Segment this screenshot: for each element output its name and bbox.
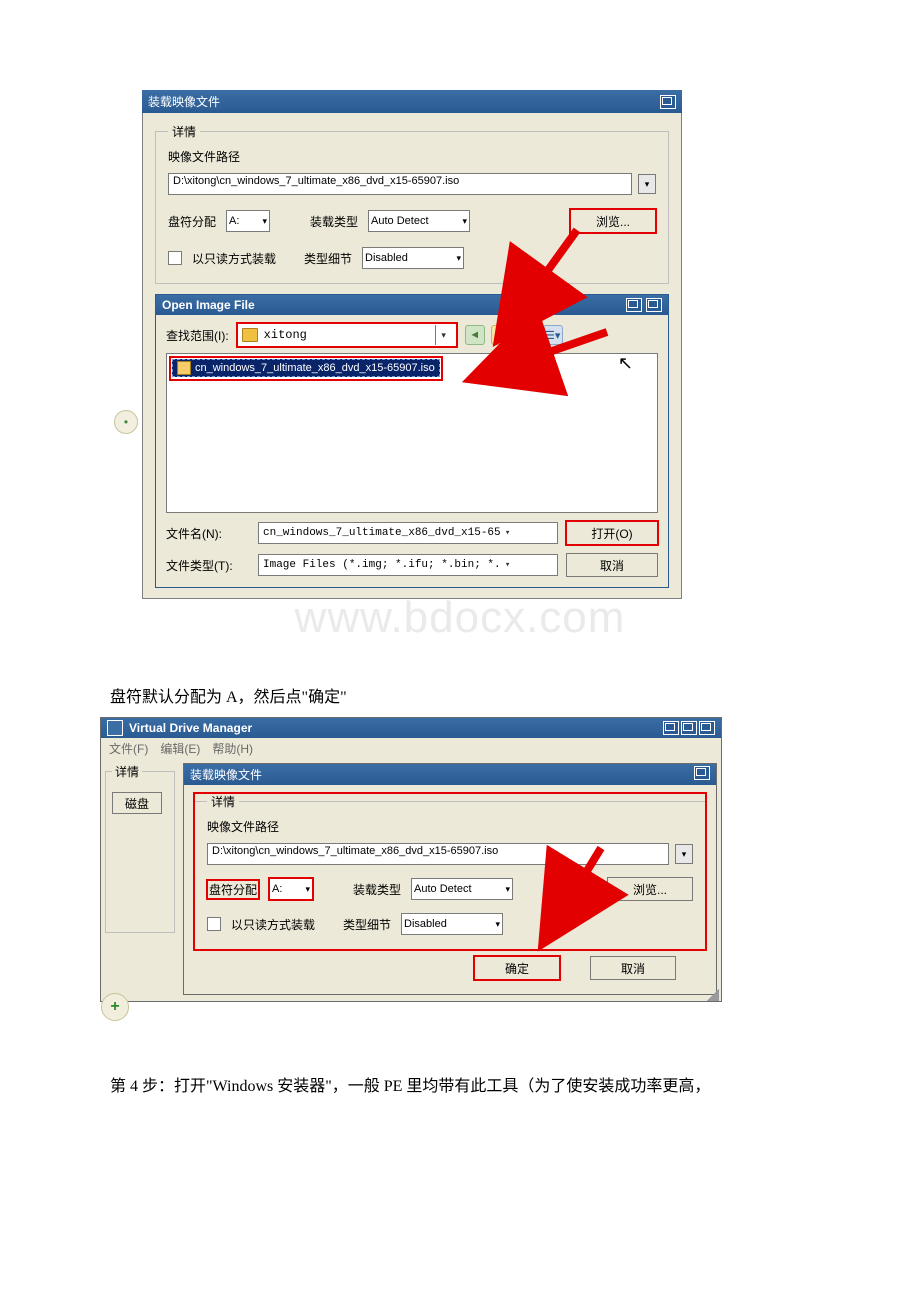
app-icon bbox=[107, 720, 123, 736]
lookin-select[interactable]: xitong ▾ bbox=[237, 323, 457, 347]
chevron-down-icon: ▾ bbox=[305, 884, 310, 895]
readonly-checkbox[interactable] bbox=[207, 917, 221, 931]
filename-label: 文件名(N): bbox=[166, 525, 250, 542]
left-panel: 详情 磁盘 + bbox=[105, 763, 175, 995]
max-icon[interactable] bbox=[646, 298, 662, 312]
left-details-group: 详情 磁盘 bbox=[105, 763, 175, 933]
drive-select[interactable]: A: ▾ bbox=[269, 878, 313, 900]
restore-icon[interactable] bbox=[660, 95, 676, 109]
iso-file-icon bbox=[177, 361, 191, 375]
path-dropdown-icon[interactable]: ▾ bbox=[675, 844, 693, 864]
readonly-label: 以只读方式装载 bbox=[192, 250, 276, 267]
open-file-title: Open Image File bbox=[162, 298, 255, 312]
cancel-button[interactable]: 取消 bbox=[590, 956, 676, 980]
drive-assign-label: 盘符分配 bbox=[168, 213, 216, 230]
nav-newfolder-icon[interactable]: ✳ bbox=[517, 325, 537, 345]
chevron-down-icon: ▾ bbox=[506, 884, 511, 895]
readonly-checkbox[interactable] bbox=[168, 251, 182, 265]
path-input[interactable]: D:\xitong\cn_windows_7_ultimate_x86_dvd_… bbox=[207, 843, 669, 865]
mount-titlebar: 装载映像文件 bbox=[184, 764, 716, 785]
mount-window-titlebar: 装载映像文件 bbox=[142, 90, 682, 113]
vdm-titlebar: Virtual Drive Manager bbox=[101, 718, 721, 738]
menu-bar: 文件(F) 编辑(E) 帮助(H) bbox=[101, 738, 721, 759]
drive-select[interactable]: A: ▾ bbox=[226, 210, 270, 232]
menu-file[interactable]: 文件(F) bbox=[109, 740, 148, 757]
chevron-down-icon: ▾ bbox=[435, 325, 452, 345]
path-label: 映像文件路径 bbox=[207, 818, 693, 835]
cancel-button[interactable]: 取消 bbox=[566, 553, 658, 577]
caption-drive-default: 盘符默认分配为 A，然后点"确定" bbox=[110, 683, 820, 707]
chevron-down-icon: ▾ bbox=[463, 216, 468, 227]
file-item-iso[interactable]: cn_windows_7_ultimate_x86_dvd_x15-65907.… bbox=[172, 359, 440, 377]
mount-type-label: 装载类型 bbox=[353, 881, 401, 898]
restore-icon[interactable] bbox=[681, 721, 697, 735]
mount-type-label: 装载类型 bbox=[310, 213, 358, 230]
chevron-down-icon: ▾ bbox=[262, 216, 267, 227]
watermark: www.bdocx.com bbox=[100, 593, 820, 643]
open-file-dialog: Open Image File 查找范围(I): xitong ▾ bbox=[155, 294, 669, 588]
details-legend: 详情 bbox=[168, 123, 200, 140]
mount-window: 装载映像文件 详情 映像文件路径 D:\xitong\cn_windows_7_… bbox=[183, 763, 717, 995]
browse-button[interactable]: 浏览... bbox=[570, 209, 656, 233]
path-dropdown-icon[interactable]: ▾ bbox=[638, 174, 656, 194]
path-input[interactable]: D:\xitong\cn_windows_7_ultimate_x86_dvd_… bbox=[168, 173, 632, 195]
filetype-select[interactable]: Image Files (*.img; *.ifu; *.bin; *. ▾ bbox=[258, 554, 558, 576]
chevron-down-icon: ▾ bbox=[501, 560, 515, 570]
type-detail-label: 类型细节 bbox=[304, 250, 352, 267]
open-file-titlebar: Open Image File bbox=[156, 295, 668, 315]
mount-window-body: 详情 映像文件路径 D:\xitong\cn_windows_7_ultimat… bbox=[142, 113, 682, 599]
filename-input[interactable]: cn_windows_7_ultimate_x86_dvd_x15-65 ▾ bbox=[258, 522, 558, 544]
ok-button[interactable]: 确定 bbox=[474, 956, 560, 980]
details-group: 详情 映像文件路径 D:\xitong\cn_windows_7_ultimat… bbox=[194, 793, 706, 950]
browse-button[interactable]: 浏览... bbox=[607, 877, 693, 901]
type-detail-select[interactable]: Disabled ▾ bbox=[401, 913, 503, 935]
type-detail-label: 类型细节 bbox=[343, 916, 391, 933]
left-details-legend: 详情 bbox=[112, 763, 142, 780]
folder-icon bbox=[242, 328, 258, 342]
chevron-down-icon: ▾ bbox=[496, 919, 501, 930]
readonly-label: 以只读方式装载 bbox=[231, 916, 315, 933]
nav-up-icon[interactable]: ▲ bbox=[491, 325, 511, 345]
mount-type-select[interactable]: Auto Detect ▾ bbox=[411, 878, 513, 900]
close-icon[interactable] bbox=[699, 721, 715, 735]
details-group: 详情 映像文件路径 D:\xitong\cn_windows_7_ultimat… bbox=[155, 123, 669, 284]
chevron-down-icon: ▾ bbox=[501, 528, 515, 538]
min-icon[interactable] bbox=[626, 298, 642, 312]
lookin-label: 查找范围(I): bbox=[166, 327, 229, 344]
side-icon: • bbox=[114, 410, 138, 434]
resize-grip-icon[interactable] bbox=[707, 989, 719, 1001]
mount-type-select[interactable]: Auto Detect ▾ bbox=[368, 210, 470, 232]
nav-view-icon[interactable]: ☰▾ bbox=[543, 325, 563, 345]
add-icon[interactable]: + bbox=[101, 993, 129, 1021]
mount-title: 装载映像文件 bbox=[190, 766, 262, 783]
filetype-label: 文件类型(T): bbox=[166, 557, 250, 574]
drive-assign-label: 盘符分配 bbox=[207, 880, 259, 899]
details-legend: 详情 bbox=[207, 793, 239, 810]
path-label: 映像文件路径 bbox=[168, 148, 656, 165]
file-list[interactable]: cn_windows_7_ultimate_x86_dvd_x15-65907.… bbox=[166, 353, 658, 513]
mount-window-title: 装载映像文件 bbox=[148, 93, 220, 110]
chevron-down-icon: ▾ bbox=[457, 253, 462, 264]
vdm-title: Virtual Drive Manager bbox=[129, 721, 252, 735]
type-detail-select[interactable]: Disabled ▾ bbox=[362, 247, 464, 269]
min-icon[interactable] bbox=[663, 721, 679, 735]
menu-edit[interactable]: 编辑(E) bbox=[160, 740, 200, 757]
cursor-icon: ↖ bbox=[618, 353, 633, 374]
menu-help[interactable]: 帮助(H) bbox=[212, 740, 253, 757]
open-button[interactable]: 打开(O) bbox=[566, 521, 658, 545]
screenshot-vdm: Virtual Drive Manager 文件(F) 编辑(E) 帮助(H) … bbox=[100, 717, 722, 1002]
disk-button[interactable]: 磁盘 bbox=[112, 792, 162, 814]
caption-step4: 第 4 步：打开"Windows 安装器"，一般 PE 里均带有此工具（为了使安… bbox=[110, 1072, 820, 1096]
nav-back-icon[interactable]: ◄ bbox=[465, 325, 485, 345]
restore-icon[interactable] bbox=[694, 766, 710, 780]
screenshot-mount-image: 装载映像文件 详情 映像文件路径 D:\xitong\cn_windows_7_… bbox=[142, 90, 682, 599]
